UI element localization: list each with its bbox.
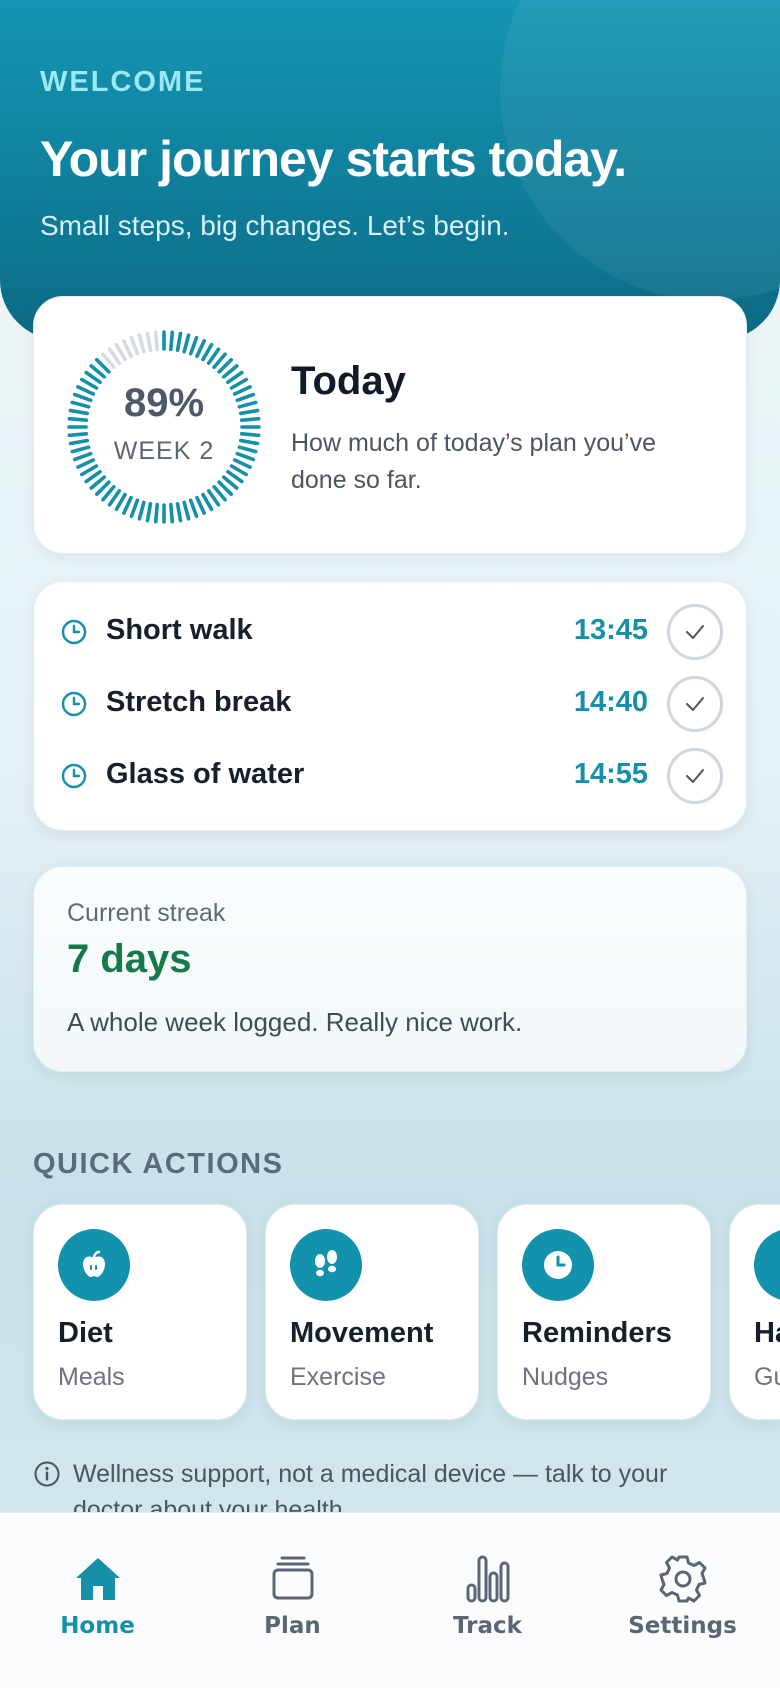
stack-icon [272,1556,314,1600]
tab-label: Settings [628,1613,737,1639]
quick-action-diet[interactable]: Diet Meals [33,1204,247,1420]
task-time: 14:40 [573,686,648,718]
progress-ring-segment [168,330,175,352]
task-list-card: Short walk 13:45 Stretch break 14:40 Gla… [33,581,747,831]
progress-ring-segment [145,502,153,523]
quick-action-partial[interactable]: Ha Gu [729,1204,780,1420]
home-icon [76,1558,120,1600]
disclaimer-text: Wellness support, not a medical device —… [73,1460,668,1512]
progress-ring-segment [129,498,140,519]
progress-ring-segment [168,502,175,524]
task-time: 14:55 [573,758,648,790]
quick-action-reminders[interactable]: Reminders Nudges [497,1204,711,1420]
task-name: Stretch break [106,686,292,718]
progress-ring-segment [122,339,133,359]
streak-note: A whole week logged. Really nice work. [67,1007,523,1037]
quick-action-sub: Meals [58,1363,125,1391]
progress-ring-segment [114,342,127,362]
task-name: Short walk [106,614,253,646]
today-description: How much of today’s plan you’ve done so … [291,429,657,494]
progress-ring-segment [201,492,214,512]
progress-percent: 89% [123,381,205,425]
hero-header: WELCOME Your journey starts today. Small… [0,0,780,340]
task-time: 13:45 [573,614,648,646]
progress-ring-segment [201,342,214,362]
quick-action-label: Movement [290,1317,434,1349]
hero-title: Your journey starts today. [40,131,627,187]
quick-action-sub: Gu [754,1363,780,1391]
check-icon [686,697,704,711]
streak-card: Current streak 7 days A whole week logge… [33,866,747,1072]
progress-ring [67,330,261,524]
quick-action-label: Reminders [522,1317,672,1349]
progress-ring-segment [182,500,191,521]
streak-label: Current streak [67,899,226,927]
clock-icon [522,1229,594,1301]
progress-ring-segment [175,331,183,352]
progress-ring-segment [153,502,160,524]
progress-ring-segment [188,335,199,356]
progress-ring-segment [195,339,206,359]
progress-ring-segment [188,498,199,519]
progress-ring-segment [67,431,89,438]
quick-action-label: Ha [754,1317,780,1349]
quick-action-movement[interactable]: Movement Exercise [265,1204,479,1420]
task-row[interactable]: Short walk 13:45 [34,596,748,668]
progress-ring-segment [145,331,153,352]
tab-plan[interactable]: Plan [195,1513,390,1688]
check-icon [686,625,704,639]
quick-actions-heading: QUICK ACTIONS [33,1148,284,1180]
tab-home[interactable]: Home [0,1513,195,1688]
tab-track[interactable]: Track [390,1513,585,1688]
progress-ring-segment [79,464,99,477]
progress-ring-segment [175,502,183,523]
week-label: WEEK 2 [113,437,215,465]
task-row[interactable]: Stretch break 14:40 [34,668,748,740]
tab-label: Track [453,1613,522,1639]
bottom-tab-bar: Home Plan Track Settings [0,1512,780,1688]
partial-icon [754,1229,780,1301]
quick-action-sub: Exercise [290,1363,386,1391]
progress-ring-segment [182,333,191,354]
tab-label: Home [60,1613,135,1639]
tab-settings[interactable]: Settings [585,1513,780,1688]
clock-icon [61,619,87,645]
check-icon [686,769,704,783]
quick-action-sub: Nudges [522,1363,609,1391]
progress-ring-segment [137,500,146,521]
welcome-eyebrow: WELCOME [40,66,206,98]
tab-label: Plan [264,1613,321,1639]
progress-ring-segment [153,330,160,352]
quick-action-label: Diet [58,1317,113,1349]
progress-ring-segment [137,333,146,354]
progress-ring-segment [114,492,127,512]
progress-ring-segment [129,335,140,356]
progress-ring-segment [229,464,249,477]
streak-value: 7 days [67,937,192,981]
apple-icon [58,1229,130,1301]
task-name: Glass of water [106,758,305,790]
today-progress-card[interactable]: 89% WEEK 2 Today How much of today’s pla… [33,296,747,554]
bar-chart-icon [466,1555,510,1603]
task-check-button[interactable] [667,748,723,804]
progress-ring-segment [239,431,261,438]
progress-ring-segment [122,495,133,515]
task-check-button[interactable] [667,676,723,732]
task-row[interactable]: Glass of water 14:55 [34,740,748,812]
progress-ring-segment [195,495,206,515]
clock-icon [61,691,87,717]
clock-icon [61,763,87,789]
footprints-icon [290,1229,362,1301]
today-title: Today [291,359,406,403]
gear-icon [659,1555,707,1603]
task-check-button[interactable] [667,604,723,660]
hero-subtitle: Small steps, big changes. Let’s begin. [40,210,510,241]
